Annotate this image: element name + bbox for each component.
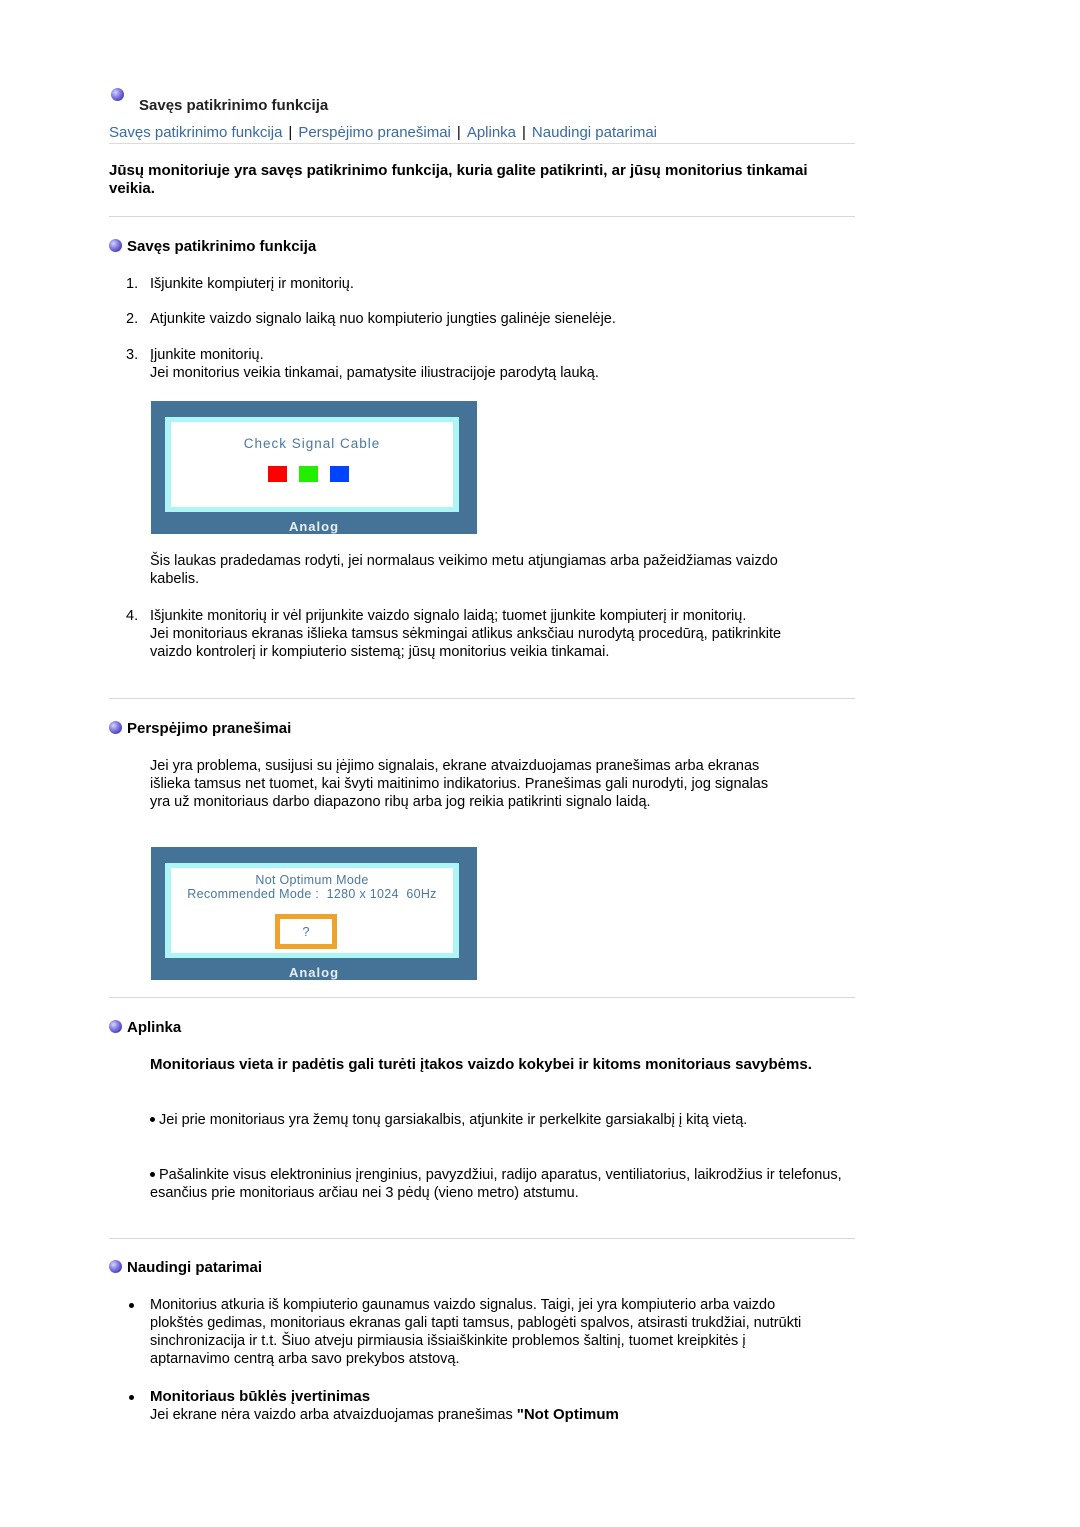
- green-square: [299, 466, 318, 482]
- nav-separator: |: [456, 124, 461, 141]
- step-text: Išjunkite kompiuterį ir monitorių.: [150, 276, 354, 292]
- bullet-dot-icon: [150, 1171, 155, 1177]
- monitor-screen-frame: Not Optimum Mode Recommended Mode : 1280…: [165, 863, 459, 958]
- analog-label: Analog: [288, 519, 340, 534]
- section-heading-text: Perspėjimo pranešimai: [127, 720, 292, 737]
- analog-label: Analog: [288, 965, 340, 980]
- environment-bullet-2: Pašalinkite visus elektroninius įrengini…: [150, 1166, 850, 1202]
- monitor-screen: Not Optimum Mode Recommended Mode : 1280…: [171, 868, 453, 953]
- bullet-title: Monitoriaus būklės įvertinimas: [150, 1388, 371, 1405]
- bullet-text-plain: Jei ekrane nėra vaizdo arba atvaizduojam…: [150, 1407, 517, 1423]
- bullet-text: Jei prie monitoriaus yra žemų tonų garsi…: [159, 1112, 748, 1128]
- section-heading-environment: Aplinka: [109, 1019, 181, 1036]
- section-heading-text: Naudingi patarimai: [127, 1259, 263, 1276]
- divider: [109, 698, 855, 699]
- bullet-text-bold: "Not Optimum: [516, 1406, 619, 1423]
- nav-link-tips[interactable]: Naudingi patarimai: [532, 124, 657, 141]
- recommended-mode-message: Recommended Mode : 1280 x 1024 60Hz: [187, 887, 437, 901]
- nav-separator: |: [288, 124, 293, 141]
- step-number: 1.: [126, 276, 139, 292]
- bullet-text: Pašalinkite visus elektroninius įrengini…: [150, 1167, 842, 1201]
- nav-link-environment[interactable]: Aplinka: [467, 124, 516, 141]
- bullet-dot-icon: [129, 1395, 134, 1400]
- purple-orb-bullet-icon: [109, 720, 122, 734]
- step-extra-text: Jei monitoriaus ekranas išlieka tamsus s…: [150, 626, 782, 660]
- divider: [109, 997, 855, 998]
- not-optimum-message: Not Optimum Mode: [255, 873, 369, 887]
- bullet-body: Monitoriaus būklės įvertinimas Jei ekran…: [150, 1388, 820, 1424]
- step-number: 3.: [126, 347, 139, 363]
- step-text: Išjunkite monitorių ir vėl prijunkite va…: [150, 608, 747, 624]
- step-text: Atjunkite vaizdo signalo laiką nuo kompi…: [150, 311, 616, 327]
- section-heading-tips: Naudingi patarimai: [109, 1259, 262, 1276]
- step-number: 4.: [126, 608, 139, 624]
- question-box: ?: [275, 914, 337, 949]
- warnings-text: Jei yra problema, susijusi su įėjimo sig…: [150, 758, 769, 810]
- divider: [109, 1238, 855, 1239]
- section-heading-warnings: Perspėjimo pranešimai: [109, 720, 291, 737]
- check-signal-message: Check Signal Cable: [243, 436, 381, 451]
- step-4-body: Išjunkite monitorių ir vėl prijunkite va…: [150, 607, 840, 661]
- divider: [109, 216, 855, 217]
- page-title: Savęs patikrinimo funkcija: [139, 97, 329, 114]
- section-heading-text: Aplinka: [127, 1019, 182, 1036]
- section-heading-self-test: Savęs patikrinimo funkcija: [109, 238, 316, 255]
- purple-orb-bullet-icon: [109, 1259, 122, 1273]
- step-number: 2.: [126, 311, 139, 327]
- nav-link-self-test[interactable]: Savęs patikrinimo funkcija: [109, 124, 282, 141]
- check-signal-cable-illustration: Check Signal Cable Analog: [151, 401, 477, 534]
- monitor-screen: Check Signal Cable: [171, 422, 453, 507]
- environment-bold-text: Monitoriaus vieta ir padėtis gali turėti…: [150, 1056, 812, 1073]
- red-square: [268, 466, 287, 482]
- purple-orb-bullet-icon: [109, 238, 122, 252]
- nav-separator: |: [522, 124, 526, 141]
- monitor-screen-frame: Check Signal Cable: [165, 417, 459, 512]
- bullet-text: Monitorius atkuria iš kompiuterio gaunam…: [150, 1297, 802, 1367]
- purple-orb-bullet-icon: [109, 1019, 122, 1033]
- step-text: Įjunkite monitorių.: [150, 347, 264, 363]
- step-extra-text: Jei monitorius veikia tinkamai, pamatysi…: [150, 365, 599, 381]
- intro-text: Jūsų monitoriuje yra savęs patikrinimo f…: [109, 162, 808, 197]
- bullet-dot-icon: [150, 1116, 155, 1122]
- section-nav: Savęs patikrinimo funkcija | Perspėjimo pr…: [109, 124, 855, 144]
- purple-orb-bullet-icon: [111, 88, 124, 101]
- blue-square: [330, 466, 349, 482]
- after-image-text: Šis laukas pradedamas rodyti, jei normal…: [150, 553, 778, 587]
- bullet-dot-icon: [129, 1303, 134, 1308]
- not-optimum-mode-illustration: Not Optimum Mode Recommended Mode : 1280…: [151, 847, 477, 980]
- bullet-text: Jei ekrane nėra vaizdo arba atvaizduojam…: [150, 1406, 820, 1424]
- environment-bullet-1: Jei prie monitoriaus yra žemų tonų garsi…: [150, 1111, 800, 1129]
- nav-link-warnings[interactable]: Perspėjimo pranešimai: [298, 124, 451, 141]
- section-heading-text: Savęs patikrinimo funkcija: [127, 238, 317, 255]
